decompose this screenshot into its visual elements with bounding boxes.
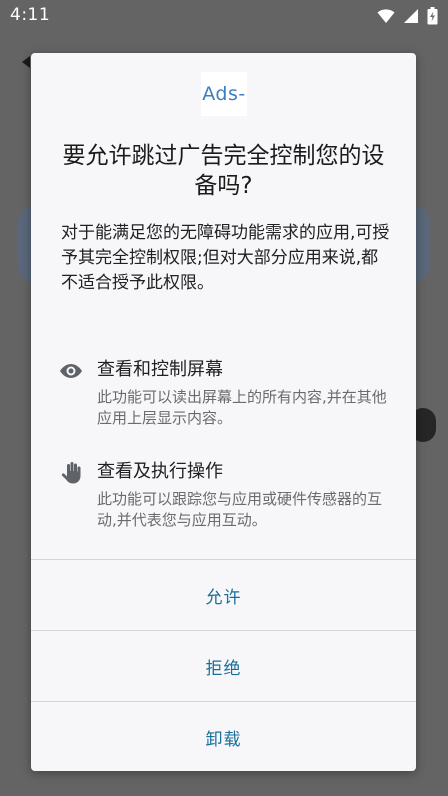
accessibility-permission-dialog: Ads- 要允许跳过广告完全控制您的设备吗? 对于能满足您的无障碍功能需求的应用… — [31, 53, 416, 771]
battery-charging-icon — [427, 7, 438, 25]
app-icon: Ads- — [201, 72, 247, 116]
status-icons — [377, 7, 438, 25]
dialog-title: 要允许跳过广告完全控制您的设备吗? — [62, 143, 385, 199]
hand-icon — [61, 462, 81, 484]
permission-description: 此功能可以跟踪您与应用或硬件传感器的互动,并代表您与应用互动。 — [97, 490, 383, 529]
signal-icon — [404, 9, 418, 23]
status-time: 4:11 — [10, 5, 51, 25]
allow-button[interactable]: 允许 — [31, 560, 416, 630]
uninstall-button[interactable]: 卸载 — [31, 702, 416, 772]
permission-description: 此功能可以读出屏幕上的所有内容,并在其他应用上层显示内容。 — [97, 388, 387, 427]
permission-title: 查看及执行操作 — [97, 461, 223, 482]
eye-icon — [60, 364, 82, 378]
status-bar: 4:11 — [0, 0, 448, 30]
permission-title: 查看和控制屏幕 — [97, 359, 223, 380]
dialog-description: 对于能满足您的无障碍功能需求的应用,可授予其完全控制权限;但对大部分应用来说,都… — [61, 223, 390, 293]
wifi-icon — [377, 9, 395, 23]
deny-button[interactable]: 拒绝 — [31, 631, 416, 701]
